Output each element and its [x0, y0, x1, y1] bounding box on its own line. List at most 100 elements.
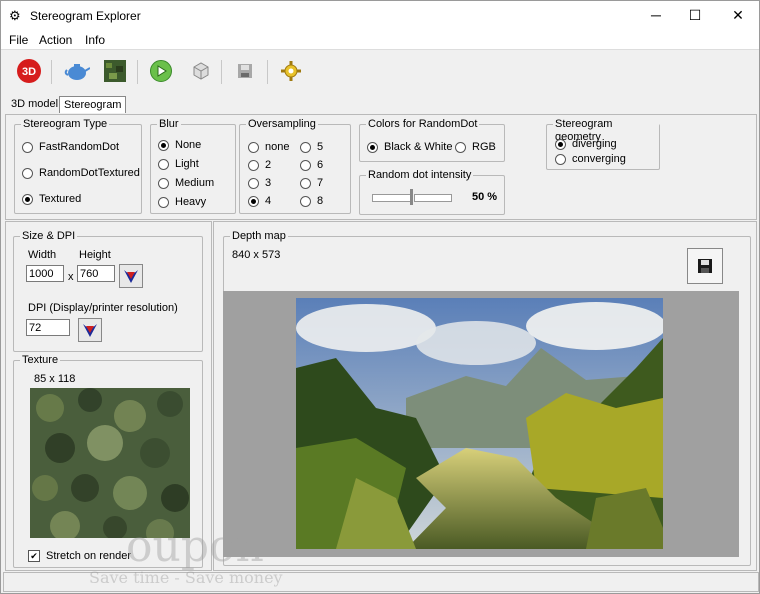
- tab-strip: 3D model Stereogram: [1, 94, 759, 114]
- slider-thumb[interactable]: [410, 189, 413, 205]
- option-oversampling-3[interactable]: 3: [248, 177, 271, 189]
- menu-file[interactable]: File: [9, 33, 28, 47]
- option-label: converging: [572, 153, 626, 165]
- close-icon[interactable]: ✕: [728, 5, 748, 25]
- radio-icon: [158, 196, 169, 208]
- option-blur-medium[interactable]: Medium: [158, 177, 214, 189]
- option-black-white[interactable]: Black & White: [367, 141, 452, 153]
- option-textured[interactable]: Textured: [22, 193, 81, 205]
- radio-icon: [300, 159, 311, 171]
- title-bar: ⚙ Stereogram Explorer ─ ☐ ✕: [1, 1, 759, 31]
- tab-stereogram[interactable]: Stereogram: [59, 96, 127, 113]
- play-button[interactable]: [147, 57, 175, 85]
- group-label: Blur: [157, 118, 181, 131]
- option-label: Medium: [175, 177, 215, 189]
- teapot-icon: [64, 64, 90, 80]
- toolbar-separator: [267, 60, 268, 84]
- apply-dpi-button[interactable]: [78, 318, 102, 342]
- cube-button[interactable]: [187, 57, 215, 85]
- dpi-input[interactable]: 72: [26, 319, 70, 336]
- option-label: 8: [317, 195, 324, 207]
- minimize-icon[interactable]: ─: [646, 5, 666, 25]
- height-label: Height: [79, 249, 111, 261]
- option-oversampling-6[interactable]: 6: [300, 159, 323, 171]
- option-converging[interactable]: converging: [555, 153, 626, 165]
- option-oversampling-8[interactable]: 8: [300, 195, 323, 207]
- save-button[interactable]: [231, 57, 259, 85]
- save-depth-button[interactable]: [687, 248, 723, 284]
- checkbox-label: Stretch on render: [46, 550, 131, 562]
- app-icon: ⚙: [9, 8, 21, 23]
- radio-selected-icon: [248, 195, 259, 207]
- settings-button[interactable]: [277, 57, 305, 85]
- radio-icon: [158, 177, 169, 189]
- 3d-icon: 3D: [17, 59, 41, 83]
- maximize-icon[interactable]: ☐: [685, 5, 705, 25]
- radio-icon: [22, 141, 33, 153]
- stretch-checkbox[interactable]: ✔ Stretch on render: [28, 550, 131, 562]
- texture-button[interactable]: [101, 57, 129, 85]
- option-label: 2: [265, 159, 272, 171]
- option-label: Heavy: [175, 196, 207, 208]
- option-label: 4: [265, 195, 272, 207]
- arrow-down-icon: [124, 270, 138, 283]
- menu-action[interactable]: Action: [39, 33, 72, 47]
- option-blur-none[interactable]: None: [158, 139, 201, 151]
- depth-dims: 840 x 573: [232, 249, 281, 261]
- 3d-render-button[interactable]: 3D: [15, 57, 43, 85]
- app-window: ⚙ Stereogram Explorer ─ ☐ ✕ File Action …: [0, 0, 760, 594]
- group-label: Size & DPI: [20, 230, 78, 243]
- texture-image: [30, 388, 190, 538]
- option-label: FastRandomDot: [39, 141, 120, 153]
- option-oversampling-4[interactable]: 4: [248, 195, 271, 207]
- width-label: Width: [28, 249, 57, 261]
- teapot-button[interactable]: [63, 57, 91, 85]
- radio-icon: [300, 195, 311, 207]
- option-label: 7: [317, 177, 324, 189]
- texture-dims: 85 x 118: [34, 373, 76, 385]
- option-randomdottextured[interactable]: RandomDotTextured: [22, 167, 140, 179]
- group-label: Stereogram Type: [21, 118, 110, 131]
- arrow-down-icon: [83, 324, 97, 337]
- width-input[interactable]: 1000: [26, 265, 64, 282]
- apply-size-button[interactable]: [119, 264, 143, 288]
- menu-info[interactable]: Info: [85, 33, 105, 47]
- radio-icon: [248, 177, 259, 189]
- option-oversampling-5[interactable]: 5: [300, 141, 323, 153]
- save-icon: [698, 259, 712, 273]
- tab-3d-model[interactable]: 3D model: [7, 96, 62, 112]
- option-oversampling-2[interactable]: 2: [248, 159, 271, 171]
- watermark-brand: oupon: [126, 521, 264, 572]
- option-label: 3: [265, 177, 272, 189]
- radio-icon: [455, 141, 466, 153]
- radio-icon: [300, 177, 311, 189]
- option-label: RGB: [472, 141, 496, 153]
- stereogram-type-group: Stereogram Type FastRandomDot RandomDotT…: [14, 118, 142, 214]
- radio-selected-icon: [555, 138, 566, 150]
- toolbar: 3D: [1, 49, 759, 94]
- option-fastrandomdot[interactable]: FastRandomDot: [22, 141, 119, 153]
- option-diverging[interactable]: diverging: [555, 138, 617, 150]
- settings-panel: Stereogram Type FastRandomDot RandomDotT…: [5, 114, 757, 220]
- cube-icon: [193, 62, 209, 80]
- geometry-group: Stereogram geometry diverging converging: [546, 118, 660, 170]
- option-oversampling-none[interactable]: none: [248, 141, 289, 153]
- radio-selected-icon: [158, 139, 169, 151]
- option-blur-heavy[interactable]: Heavy: [158, 196, 206, 208]
- gear-icon: [281, 61, 301, 81]
- radio-icon: [158, 158, 169, 170]
- option-blur-light[interactable]: Light: [158, 158, 199, 170]
- option-oversampling-7[interactable]: 7: [300, 177, 323, 189]
- depth-map-group: Depth map 840 x 573: [223, 230, 751, 566]
- group-label: Colors for RandomDot: [366, 118, 480, 131]
- height-input[interactable]: 760: [77, 265, 115, 282]
- option-label: None: [175, 139, 202, 151]
- toolbar-separator: [51, 60, 52, 84]
- colors-group: Colors for RandomDot Black & White RGB: [359, 118, 505, 162]
- toolbar-separator: [221, 60, 222, 84]
- option-label: 5: [317, 141, 324, 153]
- option-rgb[interactable]: RGB: [455, 141, 496, 153]
- intensity-slider[interactable]: [372, 189, 452, 205]
- left-panel: Size & DPI Width Height 1000 x 760 DPI (…: [5, 221, 212, 571]
- toolbar-separator: [137, 60, 138, 84]
